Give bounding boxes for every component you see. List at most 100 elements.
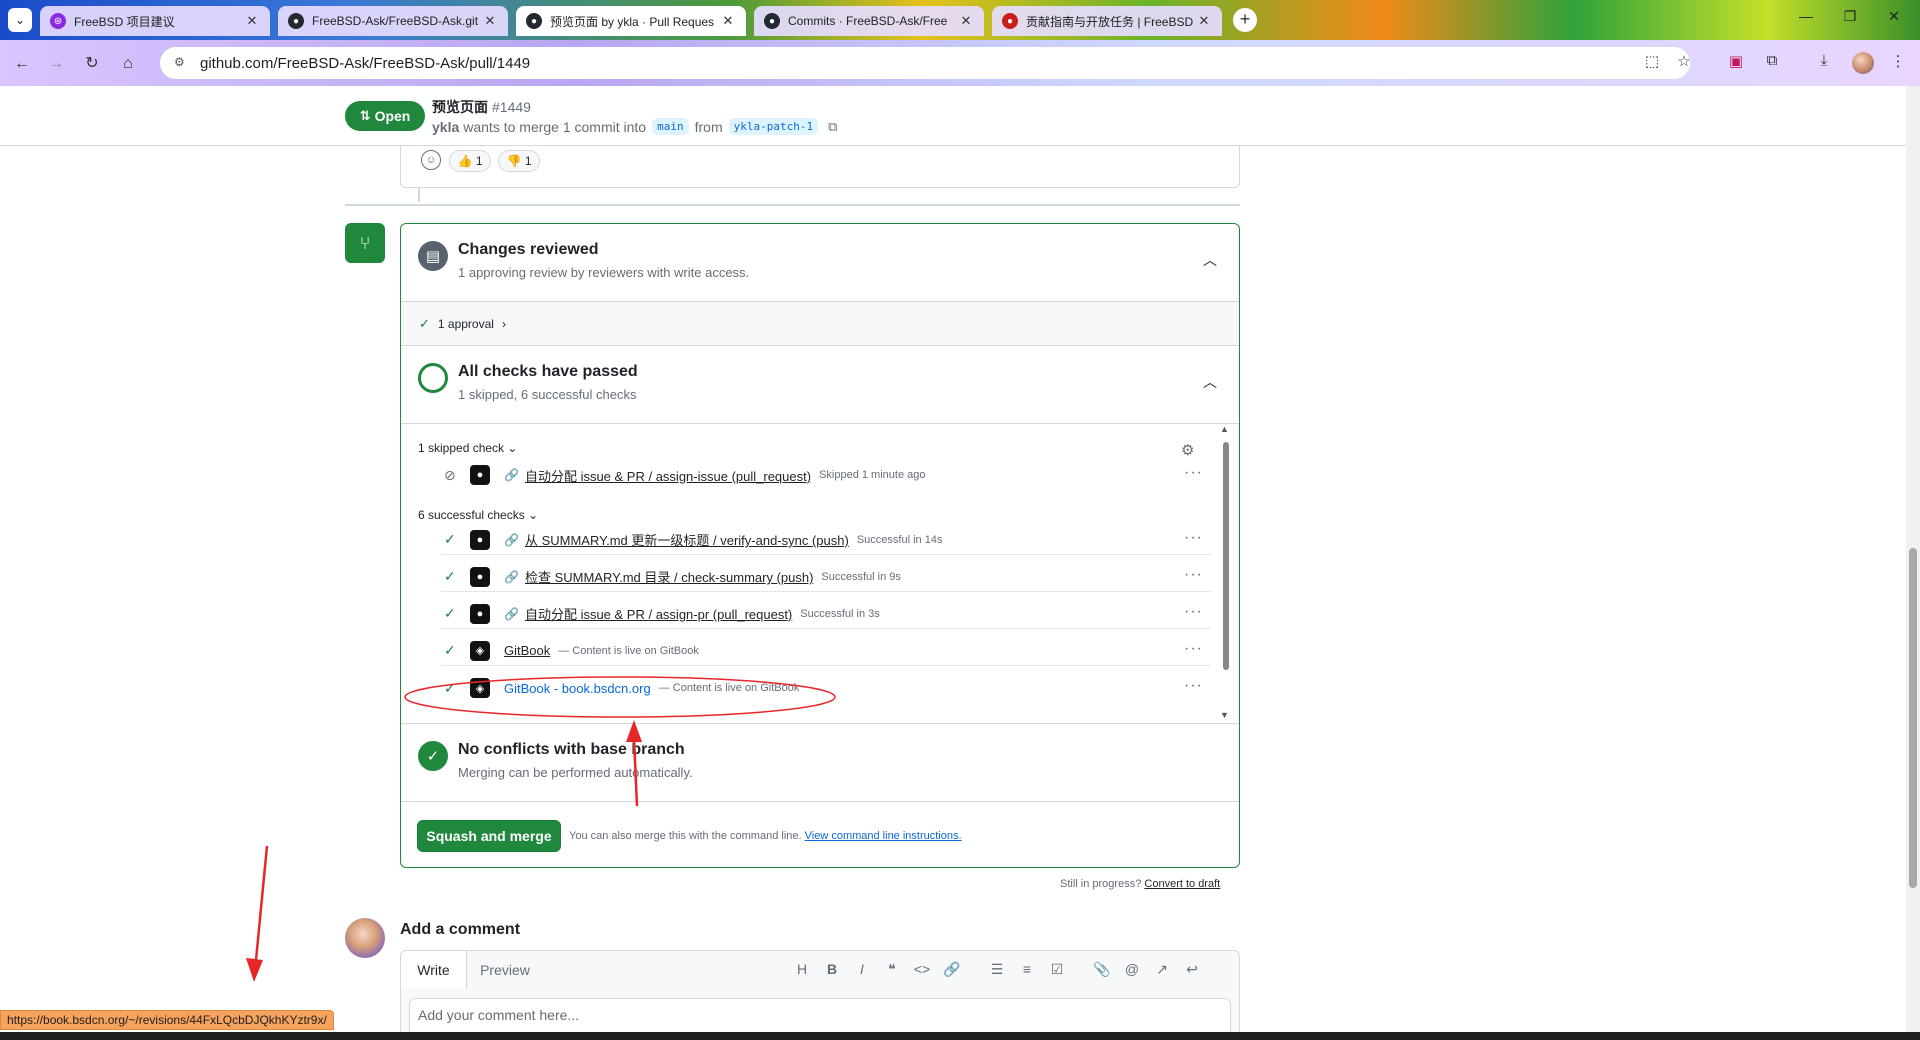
convert-to-draft-link[interactable]: Convert to draft (1144, 878, 1220, 890)
download-icon[interactable]: ⤓ (1812, 52, 1836, 69)
unordered-list-icon[interactable]: ≡ (1016, 961, 1038, 977)
italic-icon[interactable]: I (851, 961, 873, 977)
profile-avatar[interactable] (1852, 52, 1874, 74)
bookmark-star-icon[interactable]: ☆ (1672, 52, 1696, 70)
more-options-icon[interactable]: ··· (1184, 677, 1203, 695)
translate-extension-icon[interactable]: ▣ (1724, 52, 1748, 70)
base-branch-label[interactable]: main (652, 118, 689, 135)
thumbs-down-icon: 👎 (506, 154, 522, 168)
check-name-link[interactable]: GitBook (504, 643, 550, 658)
copy-icon[interactable]: ⧉ (828, 119, 837, 135)
review-subtitle: 1 approving review by reviewers with wri… (458, 265, 750, 280)
tab-4[interactable]: ● Commits · FreeBSD-Ask/Free ✕ (754, 6, 984, 36)
tab-write[interactable]: Write (401, 951, 467, 989)
close-icon[interactable]: ✕ (958, 13, 974, 29)
head-branch-label[interactable]: ykla-patch-1 (728, 118, 819, 135)
draft-text: Still in progress? (1060, 878, 1142, 890)
back-icon[interactable]: ← (10, 52, 34, 76)
avatar[interactable] (345, 918, 385, 958)
pr-summary-text: wants to merge 1 commit into (463, 118, 647, 135)
reaction-thumbs-down-button[interactable]: 👎 1 (498, 150, 540, 172)
close-icon[interactable]: ✕ (720, 13, 736, 29)
new-tab-button[interactable]: + (1233, 8, 1257, 32)
scroll-up-arrow[interactable]: ▲ (1220, 424, 1229, 434)
tab-1[interactable]: ⊛ FreeBSD 项目建议 ✕ (40, 6, 270, 36)
home-icon[interactable]: ⌂ (116, 52, 140, 76)
add-reaction-icon[interactable]: ☺ (421, 150, 441, 170)
more-options-icon[interactable]: ··· (1184, 529, 1203, 547)
tab-3-active[interactable]: ● 预览页面 by ykla · Pull Reques ✕ (516, 6, 746, 36)
skipped-group-toggle[interactable]: 1 skipped check ⌄ (418, 441, 517, 455)
link-icon[interactable]: 🔗 (941, 961, 963, 978)
close-icon[interactable]: ✕ (1196, 13, 1212, 29)
pr-title-text: 预览页面 (432, 99, 488, 115)
quote-icon[interactable]: ❝ (881, 961, 903, 978)
squash-and-merge-button[interactable]: Squash and merge (417, 820, 561, 852)
reload-icon[interactable]: ↻ (80, 52, 104, 76)
check-name-link[interactable]: 检查 SUMMARY.md 目录 / check-summary (push) (525, 567, 813, 586)
ordered-list-icon[interactable]: ☰ (986, 961, 1008, 978)
check-name-link[interactable]: 从 SUMMARY.md 更新一级标题 / verify-and-sync (p… (525, 530, 849, 549)
pr-title[interactable]: 预览页面 #1449 (432, 97, 531, 117)
close-icon[interactable]: ✕ (482, 13, 498, 29)
command-line-instructions-link[interactable]: View command line instructions. (805, 830, 962, 842)
chevron-up-icon[interactable]: ︿ (1203, 250, 1217, 270)
chevron-up-icon[interactable]: ︿ (1203, 372, 1217, 392)
install-app-icon[interactable]: ⬚ (1640, 52, 1664, 70)
check-circle-icon: ✓ (418, 741, 448, 771)
code-icon[interactable]: <> (911, 961, 933, 977)
reaction-count: 1 (524, 154, 532, 168)
more-options-icon[interactable]: ··· (1184, 640, 1203, 658)
mention-icon[interactable]: @ (1121, 961, 1143, 977)
attach-icon[interactable]: 📎 (1091, 961, 1113, 978)
browser-menu-icon[interactable]: ⋮ (1886, 52, 1910, 70)
check-icon: ✓ (444, 605, 456, 621)
check-meta: Skipped 1 minute ago (819, 469, 926, 481)
bold-icon[interactable]: B (821, 961, 843, 977)
link-icon: 🔗 (504, 532, 519, 547)
task-list-icon[interactable]: ☑ (1046, 961, 1068, 978)
check-icon: ✓ (444, 568, 456, 584)
tab-2[interactable]: ● FreeBSD-Ask/FreeBSD-Ask.git ✕ (278, 6, 508, 36)
saved-reply-icon[interactable]: ↩ (1181, 961, 1203, 978)
heading-icon[interactable]: H (791, 961, 813, 977)
check-name-link[interactable]: 自动分配 issue & PR / assign-issue (pull_req… (525, 466, 811, 485)
site-info-icon[interactable]: ⚙ (174, 55, 190, 71)
check-name-link[interactable]: 自动分配 issue & PR / assign-pr (pull_reques… (525, 604, 792, 623)
approval-row[interactable]: ✓ 1 approval › (401, 302, 1239, 346)
tab-preview[interactable]: Preview (467, 951, 543, 989)
more-options-icon[interactable]: ··· (1184, 464, 1203, 482)
forward-icon[interactable]: → (44, 52, 68, 76)
extensions-icon[interactable]: ⧉ (1760, 52, 1784, 69)
reaction-count: 1 (475, 154, 483, 168)
pr-author-link[interactable]: ykla (432, 119, 459, 135)
page-scrollbar-thumb[interactable] (1909, 548, 1917, 888)
minimize-icon[interactable]: — (1786, 8, 1826, 24)
tab-search-button[interactable]: ⌄ (8, 8, 32, 32)
reaction-thumbs-up-button[interactable]: 👍 1 (449, 150, 491, 172)
more-options-icon[interactable]: ··· (1184, 566, 1203, 584)
close-icon[interactable]: ✕ (244, 13, 260, 29)
checks-scrollbar[interactable] (1223, 442, 1229, 670)
checks-subtitle: 1 skipped, 6 successful checks (458, 387, 637, 402)
tab-title: Commits · FreeBSD-Ask/Free (788, 14, 948, 28)
window-close-icon[interactable]: ✕ (1874, 8, 1914, 25)
review-section[interactable]: ▤ Changes reviewed 1 approving review by… (401, 224, 1239, 302)
checks-ring-icon (418, 363, 448, 393)
scroll-down-arrow[interactable]: ▼ (1220, 710, 1229, 720)
checks-section[interactable]: All checks have passed 1 skipped, 6 succ… (401, 346, 1239, 424)
maximize-icon[interactable]: ❐ (1830, 8, 1870, 25)
comment-placeholder: Add your comment here... (418, 1007, 580, 1023)
github-actions-icon: ● (470, 603, 490, 624)
merge-note-text: You can also merge this with the command… (569, 830, 802, 842)
gear-icon[interactable]: ⚙ (1181, 441, 1194, 459)
address-bar[interactable]: ⚙ github.com/FreeBSD-Ask/FreeBSD-Ask/pul… (160, 47, 1690, 79)
success-group-toggle[interactable]: 6 successful checks ⌄ (418, 508, 538, 522)
pr-summary: ykla wants to merge 1 commit into main f… (432, 118, 837, 135)
check-name-link[interactable]: GitBook - book.bsdcn.org (504, 681, 651, 696)
skip-icon: ⊘ (444, 466, 456, 483)
more-options-icon[interactable]: ··· (1184, 603, 1203, 621)
tab-5[interactable]: ● 贡献指南与开放任务 | FreeBSD ✕ (992, 6, 1222, 36)
cross-reference-icon[interactable]: ↗ (1151, 961, 1173, 978)
pr-state-badge: ⇅ Open (345, 101, 425, 131)
